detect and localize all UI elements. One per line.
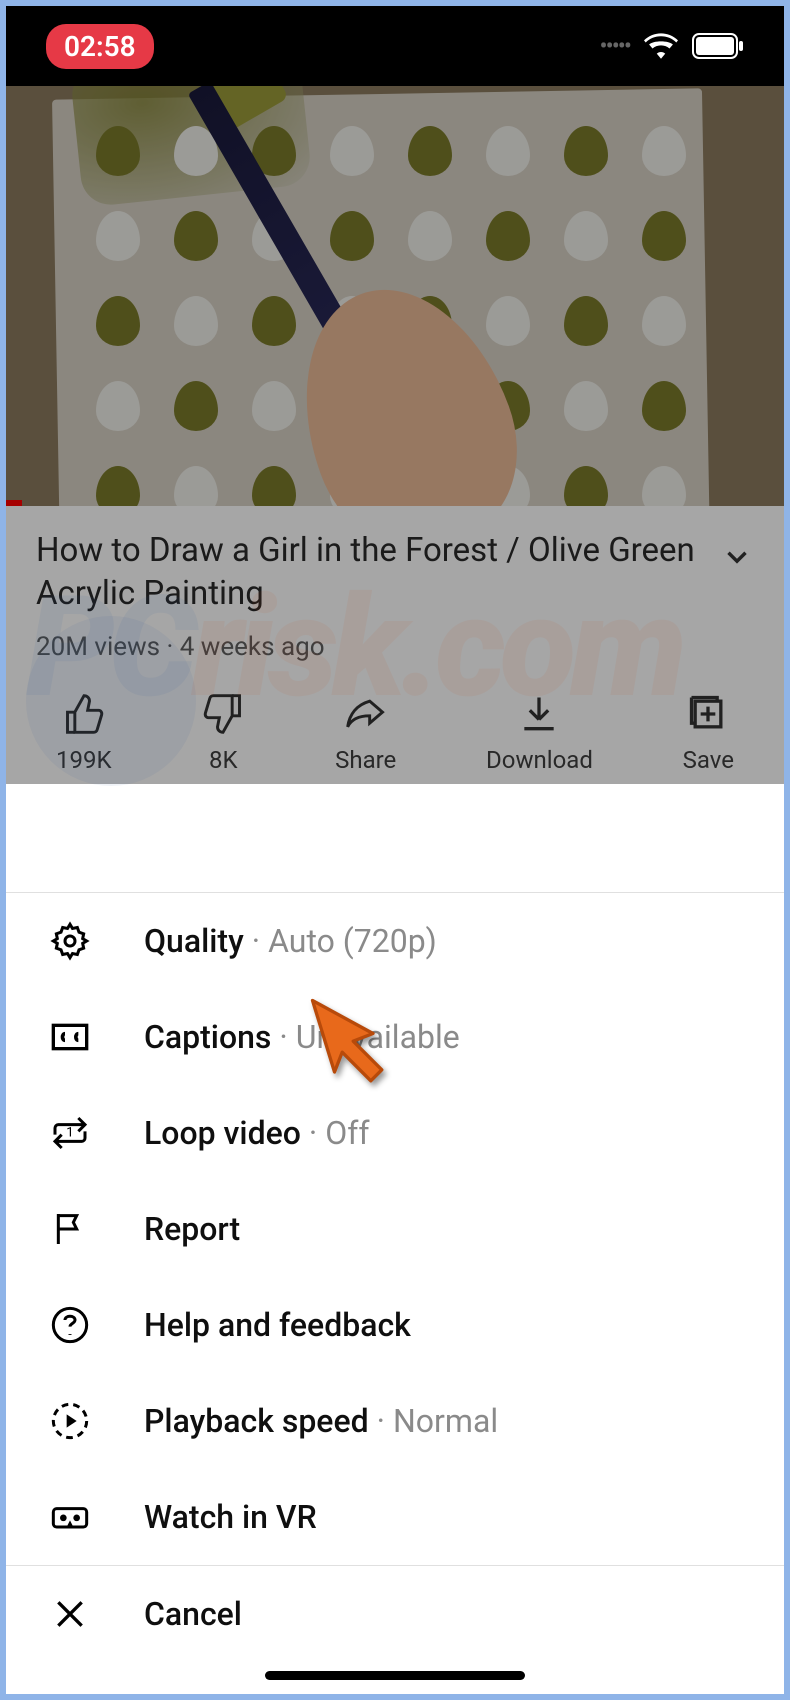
battery-icon	[692, 33, 744, 59]
share-label: Share	[335, 746, 396, 774]
download-label: Download	[486, 746, 593, 774]
download-button[interactable]: Download	[486, 692, 593, 774]
home-indicator[interactable]	[265, 1671, 525, 1680]
video-info-panel: How to Draw a Girl in the Forest / Olive…	[6, 506, 784, 784]
quality-label: Quality	[144, 922, 244, 960]
cc-icon	[46, 1017, 94, 1057]
captions-value: Unavailable	[296, 1018, 460, 1056]
help-label: Help and feedback	[144, 1306, 411, 1344]
report-label: Report	[144, 1210, 240, 1248]
loop-label: Loop video	[144, 1114, 301, 1152]
speed-value: Normal	[393, 1402, 498, 1440]
speed-icon	[46, 1401, 94, 1441]
dislike-button[interactable]: 8K	[201, 692, 245, 774]
gear-icon	[46, 921, 94, 961]
loop-value: Off	[325, 1114, 369, 1152]
status-right: •••••	[600, 32, 745, 60]
menu-playback-speed[interactable]: Playback speed·Normal	[6, 1373, 784, 1469]
cellular-dots-icon: •••••	[600, 32, 631, 60]
loop-icon: 1	[46, 1113, 94, 1153]
save-button[interactable]: Save	[683, 692, 734, 774]
speed-label: Playback speed	[144, 1402, 369, 1440]
view-count: 20M views	[36, 632, 160, 662]
dislike-count: 8K	[209, 746, 238, 774]
like-button[interactable]: 199K	[56, 692, 112, 774]
recording-time-pill: 02:58	[46, 24, 154, 69]
flag-icon	[46, 1209, 94, 1249]
wifi-icon	[644, 33, 678, 59]
menu-vr[interactable]: Watch in VR	[6, 1469, 784, 1565]
captions-label: Captions	[144, 1018, 271, 1056]
menu-loop[interactable]: 1 Loop video·Off	[6, 1085, 784, 1181]
cancel-label: Cancel	[144, 1595, 242, 1633]
close-icon	[46, 1594, 94, 1634]
dim-overlay	[6, 86, 784, 506]
menu-captions[interactable]: Captions·Unavailable	[6, 989, 784, 1085]
menu-quality[interactable]: Quality·Auto (720p)	[6, 893, 784, 989]
vr-icon	[46, 1497, 94, 1537]
video-player[interactable]	[6, 86, 784, 506]
menu-help[interactable]: Help and feedback	[6, 1277, 784, 1373]
options-sheet: Quality·Auto (720p) Captions·Unavailable…	[6, 892, 784, 1694]
video-meta: 20M views · 4 weeks ago	[36, 632, 754, 662]
svg-text:1: 1	[66, 1125, 74, 1140]
help-icon	[46, 1305, 94, 1345]
video-title[interactable]: How to Draw a Girl in the Forest / Olive…	[36, 530, 700, 616]
save-label: Save	[683, 746, 734, 774]
vr-label: Watch in VR	[144, 1498, 317, 1536]
chevron-down-icon[interactable]	[720, 540, 754, 578]
upload-age: 4 weeks ago	[180, 632, 325, 662]
status-bar: 02:58 •••••	[6, 6, 784, 86]
share-button[interactable]: Share	[335, 692, 396, 774]
like-count: 199K	[56, 746, 112, 774]
menu-report[interactable]: Report	[6, 1181, 784, 1277]
quality-value: Auto (720p)	[268, 922, 437, 960]
